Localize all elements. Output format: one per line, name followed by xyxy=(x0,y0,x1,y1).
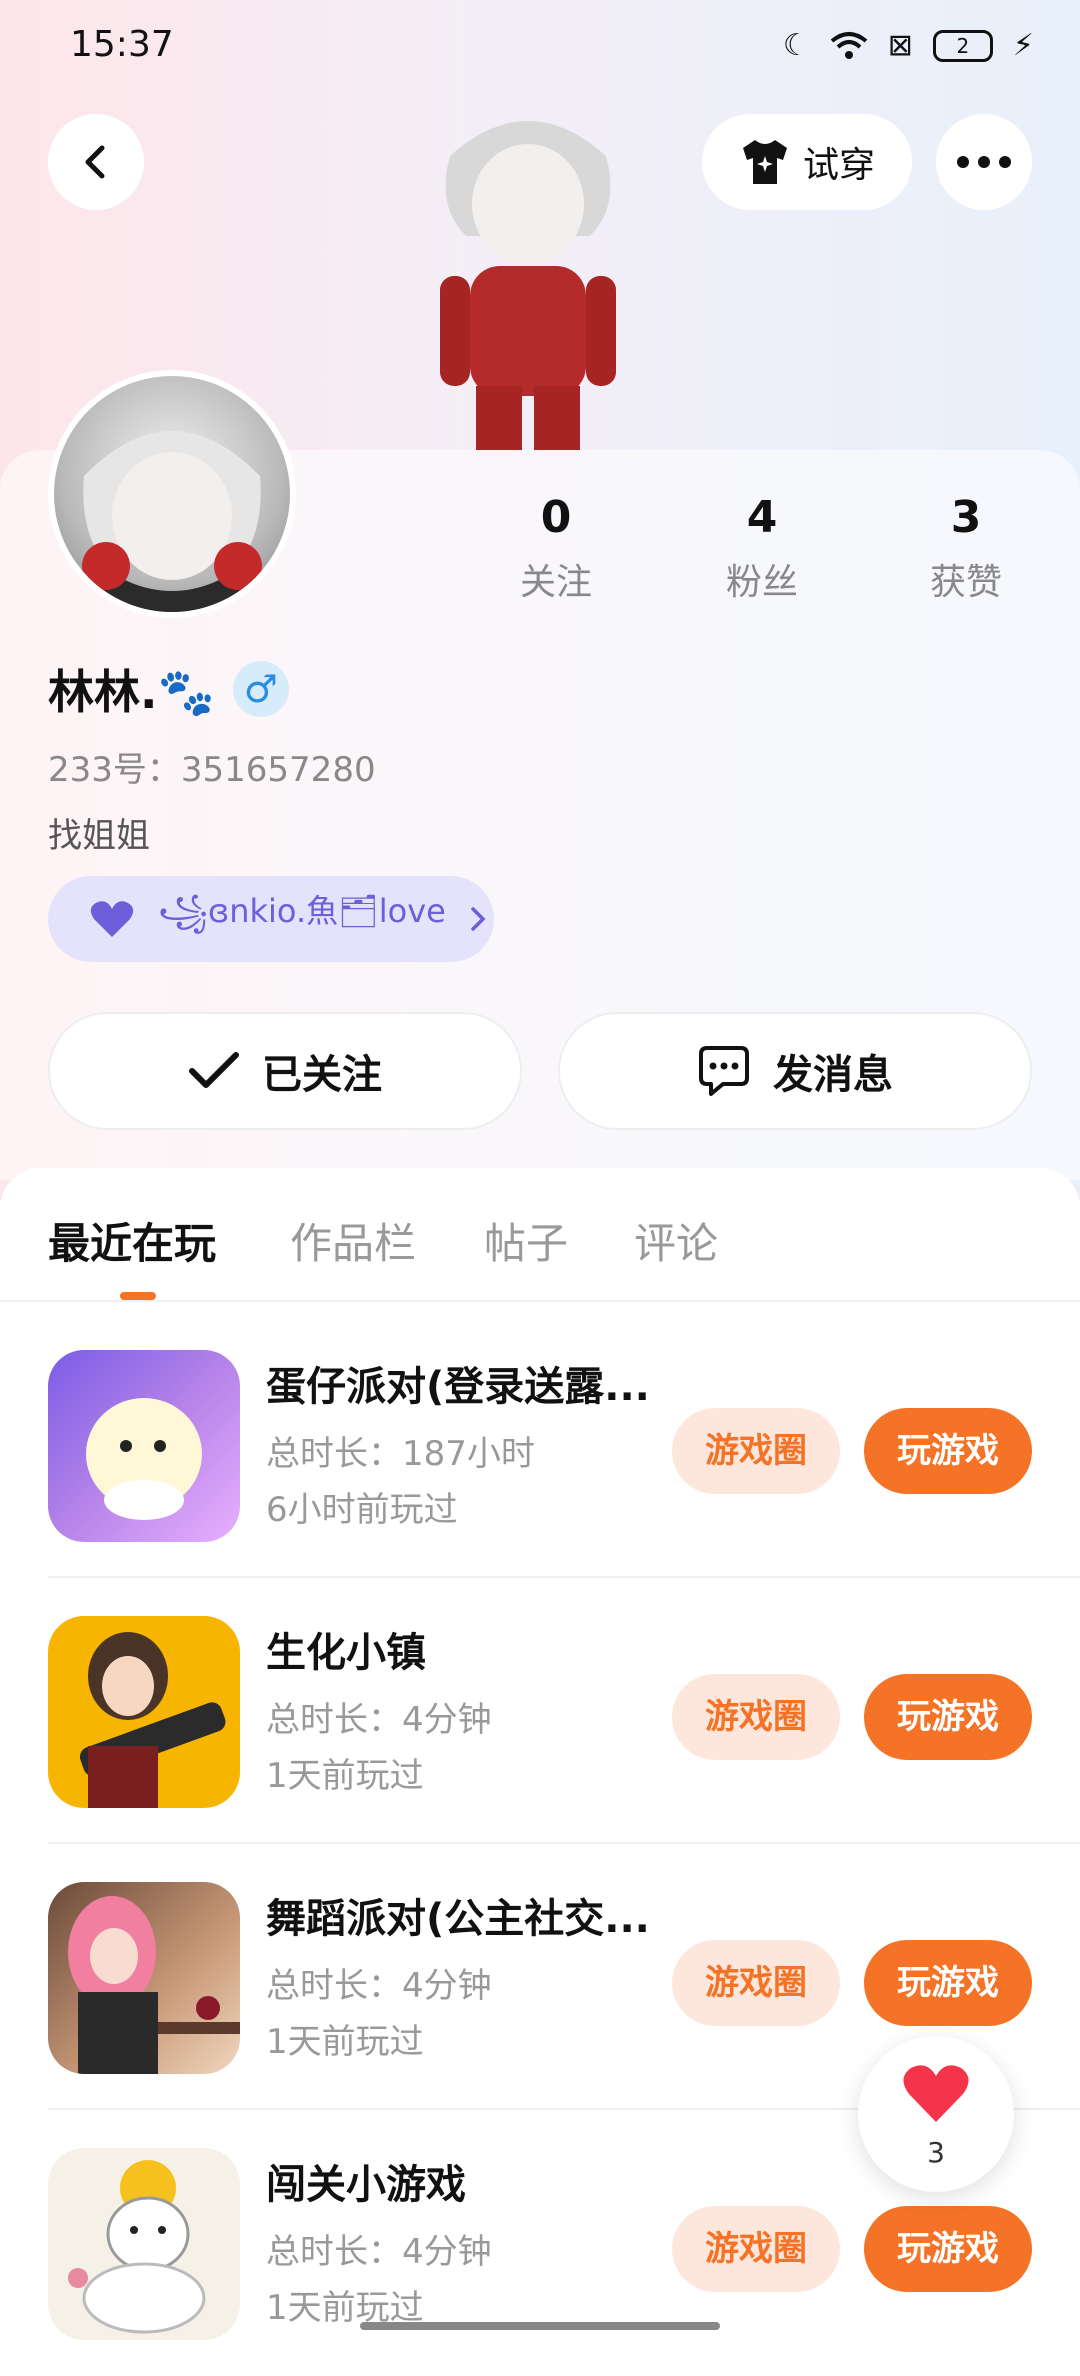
user-bio: 找姐姐 xyxy=(48,816,150,856)
chevron-right-icon xyxy=(471,907,486,931)
list-item[interactable]: 生化小镇 总时长：4分钟 1天前玩过 游戏圈 玩游戏 xyxy=(48,1578,1080,1844)
game-title: 闯关小游戏 xyxy=(266,2162,466,2208)
game-icon-level-game xyxy=(48,2148,240,2340)
user-name: 林林.🐾 xyxy=(48,665,215,719)
play-game-button[interactable]: 玩游戏 xyxy=(864,1408,1032,1494)
play-game-button[interactable]: 玩游戏 xyxy=(864,2206,1032,2292)
message-label: 发消息 xyxy=(773,1052,893,1098)
game-last-played: 6小时前玩过 xyxy=(266,1490,458,1530)
relation-tag[interactable]: ꧁ɞnkio.魚🗂love xyxy=(48,876,494,962)
male-gender-icon: ♂ xyxy=(232,661,289,717)
game-duration: 总时长：4分钟 xyxy=(266,1700,492,1740)
charging-icon: ⚡ xyxy=(1012,28,1034,63)
tab-posts[interactable]: 帖子 xyxy=(484,1210,568,1271)
chat-bubble-icon xyxy=(699,1046,749,1096)
stat-fans-value: 4 xyxy=(746,492,778,543)
avatar-image xyxy=(82,431,262,612)
relation-tag-label: ꧁ɞnkio.魚🗂love xyxy=(158,892,446,930)
tab-bar: 最近在玩 作品栏 帖子 评论 xyxy=(0,1168,1080,1302)
list-item[interactable]: 蛋仔派对(登录送露... 总时长：187小时 6小时前玩过 游戏圈 玩游戏 xyxy=(48,1312,1080,1578)
followed-label: 已关注 xyxy=(262,1052,382,1098)
home-indicator[interactable] xyxy=(360,2322,720,2330)
back-button[interactable] xyxy=(48,114,144,210)
tab-works[interactable]: 作品栏 xyxy=(290,1210,416,1271)
game-icon-bio-town xyxy=(48,1616,240,1808)
stat-following-label: 关注 xyxy=(519,562,592,603)
like-count: 3 xyxy=(927,2136,945,2169)
avatar-3d-character xyxy=(440,121,616,450)
try-on-button[interactable]: 试穿 xyxy=(702,114,912,210)
stat-fans-label: 粉丝 xyxy=(725,562,798,603)
stat-following-value: 0 xyxy=(540,492,572,543)
game-icon-eggy-party xyxy=(48,1350,240,1542)
stat-fans[interactable]: 4 粉丝 xyxy=(682,492,842,605)
status-bar: 15:37 ☾ ⊠ 2 ⚡ xyxy=(0,0,1080,96)
status-icons: ☾ ⊠ 2 ⚡ xyxy=(783,28,1034,63)
play-game-button[interactable]: 玩游戏 xyxy=(864,1674,1032,1760)
moon-icon: ☾ xyxy=(782,28,810,63)
game-circle-button[interactable]: 游戏圈 xyxy=(672,1674,840,1760)
stat-following[interactable]: 0 关注 xyxy=(476,492,636,605)
game-last-played: 1天前玩过 xyxy=(266,2022,424,2062)
game-duration: 总时长：4分钟 xyxy=(266,2232,492,2272)
game-circle-button[interactable]: 游戏圈 xyxy=(672,2206,840,2292)
game-circle-button[interactable]: 游戏圈 xyxy=(672,1940,840,2026)
like-fab-button[interactable]: 3 xyxy=(858,2036,1014,2192)
status-time: 15:37 xyxy=(70,24,174,65)
active-tab-indicator xyxy=(120,1292,156,1300)
avatar[interactable] xyxy=(48,370,296,618)
tshirt-icon xyxy=(742,140,787,184)
message-button[interactable]: 发消息 xyxy=(558,1012,1032,1130)
try-on-label: 试穿 xyxy=(802,145,875,186)
game-icon-dance-party xyxy=(48,1882,240,2074)
battery-icon: 2 xyxy=(932,29,993,62)
game-title: 舞蹈派对(公主社交... xyxy=(266,1896,650,1942)
stat-likes-value: 3 xyxy=(950,492,982,543)
game-title: 蛋仔派对(登录送露... xyxy=(266,1364,650,1410)
game-last-played: 1天前玩过 xyxy=(266,1756,424,1796)
game-duration: 总时长：187小时 xyxy=(266,1434,535,1474)
game-icon-image xyxy=(79,1632,226,1808)
no-sim-icon: ⊠ xyxy=(887,28,913,63)
game-title: 生化小镇 xyxy=(266,1630,426,1676)
followed-button[interactable]: 已关注 xyxy=(48,1012,522,1130)
heart-icon xyxy=(903,2065,969,2122)
game-icon-image xyxy=(86,1398,202,1520)
check-icon xyxy=(189,1052,239,1088)
game-icon-image xyxy=(68,2160,206,2334)
stat-likes-label: 获赞 xyxy=(929,562,1002,603)
user-id: 233号：351657280 xyxy=(48,750,376,790)
play-game-button[interactable]: 玩游戏 xyxy=(864,1940,1032,2026)
chevron-left-icon xyxy=(85,145,105,179)
wifi-icon xyxy=(830,31,868,59)
game-icon-image xyxy=(68,1896,240,2074)
stat-likes[interactable]: 3 获赞 xyxy=(886,492,1046,605)
more-dots-icon xyxy=(957,156,1011,168)
heart-icon xyxy=(90,901,134,937)
more-button[interactable] xyxy=(936,114,1032,210)
game-duration: 总时长：4分钟 xyxy=(266,1966,492,2006)
tab-recent-played[interactable]: 最近在玩 xyxy=(48,1210,216,1271)
name-row: 林林.🐾 ♂ xyxy=(48,656,289,722)
game-circle-button[interactable]: 游戏圈 xyxy=(672,1408,840,1494)
tab-comments[interactable]: 评论 xyxy=(634,1210,718,1271)
